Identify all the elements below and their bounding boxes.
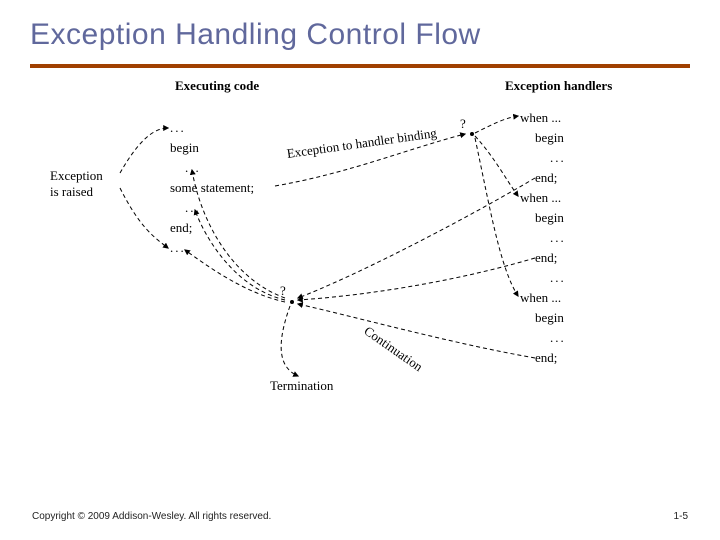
title-rule [30,64,690,68]
h1-body: ... [550,150,566,166]
arrow-h3-end-to-q [298,304,535,358]
arrow-raised-up [120,128,168,173]
arrows [50,78,670,448]
h2-end: end; [535,250,557,266]
h3-begin: begin [535,310,564,326]
slide: Exception Handling Control Flow Executin… [0,0,720,540]
arrow-q-to-l5 [195,210,285,300]
code-l6: end; [170,220,192,236]
code-l1: ... [170,120,186,136]
arrow-h1-end-to-q [298,178,535,298]
arrow-raised-down [120,188,168,248]
h1-when: when ... [520,110,561,126]
h2-sep: ... [550,270,566,286]
diagram: Executing code Exception handlers Except… [50,78,670,448]
footer-copyright: Copyright © 2009 Addison-Wesley. All rig… [32,511,271,522]
label-binding: Exception to handler binding [286,125,438,162]
arrow-q-to-term [281,306,298,376]
h1-end: end; [535,170,557,186]
code-l5: ... [185,200,201,216]
h2-body: ... [550,230,566,246]
h3-body: ... [550,330,566,346]
arrow-q-to-h1 [475,116,518,133]
heading-exception-handlers: Exception handlers [505,78,612,94]
code-l4: some statement; [170,180,254,196]
arrow-h2-end-to-q [298,258,535,300]
h2-when: when ... [520,190,561,206]
dot-binding [470,132,474,136]
label-q2: ? [280,283,286,299]
arrow-q-to-l7 [185,250,285,302]
arrow-q-to-h3 [475,138,518,296]
arrow-q-to-h2 [475,136,518,196]
h3-end: end; [535,350,557,366]
h3-when: when ... [520,290,561,306]
h1-begin: begin [535,130,564,146]
footer-pageno: 1-5 [674,511,688,522]
label-continuation: Continuation [361,323,426,375]
heading-executing-code: Executing code [175,78,259,94]
h2-begin: begin [535,210,564,226]
slide-title: Exception Handling Control Flow [30,18,690,52]
dot-question [290,300,294,304]
code-l2: begin [170,140,199,156]
label-termination: Termination [270,378,333,394]
code-l3: ... [185,160,201,176]
label-binding-q: ? [460,116,466,132]
label-exception-raised: Exception is raised [50,168,103,200]
code-l7: ... [170,240,186,256]
